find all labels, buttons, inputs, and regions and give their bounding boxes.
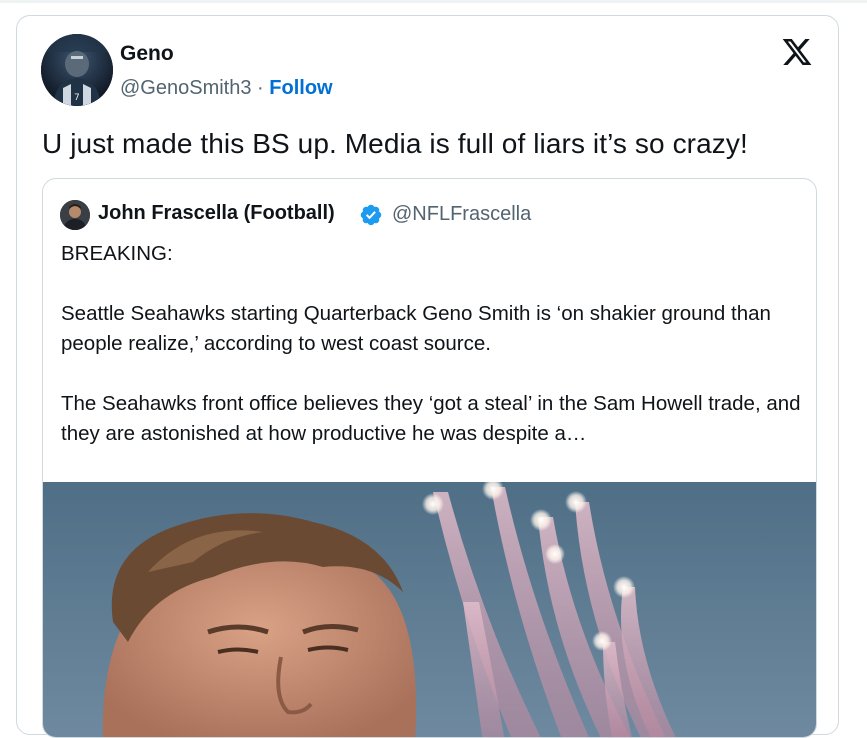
quoted-paragraph-report: Seattle Seahawks starting Quarterback Ge…	[61, 302, 771, 355]
author-name[interactable]: Geno	[120, 42, 174, 66]
quoted-author-handle[interactable]: @NFLFrascella	[392, 203, 531, 226]
author-avatar[interactable]: 7	[41, 34, 113, 106]
author-handle-row: @GenoSmith3 · Follow	[120, 77, 333, 100]
quoted-author-name[interactable]: John Frascella (Football)	[98, 202, 335, 225]
svg-text:7: 7	[74, 93, 80, 103]
embedded-tweet-card[interactable]: 7 Geno @GenoSmith3 · Follow U just made …	[16, 15, 839, 738]
quoted-paragraph-detail: The Seahawks front office believes they …	[61, 392, 801, 445]
follow-button[interactable]: Follow	[269, 77, 332, 99]
verified-badge-icon	[359, 203, 383, 227]
author-handle[interactable]: @GenoSmith3	[120, 77, 251, 99]
quoted-paragraph-breaking: BREAKING:	[61, 242, 173, 265]
separator-dot: ·	[257, 77, 264, 99]
top-divider	[0, 0, 867, 3]
quoted-tweet[interactable]: John Frascella (Football) @NFLFrascella …	[42, 178, 817, 738]
quoted-tweet-media[interactable]	[43, 482, 816, 737]
quoted-author-avatar[interactable]	[60, 200, 90, 230]
x-logo-icon[interactable]	[780, 36, 814, 68]
tweet-text: U just made this BS up. Media is full of…	[42, 128, 748, 159]
quoted-tweet-text: BREAKING: Seattle Seahawks starting Quar…	[61, 239, 801, 479]
